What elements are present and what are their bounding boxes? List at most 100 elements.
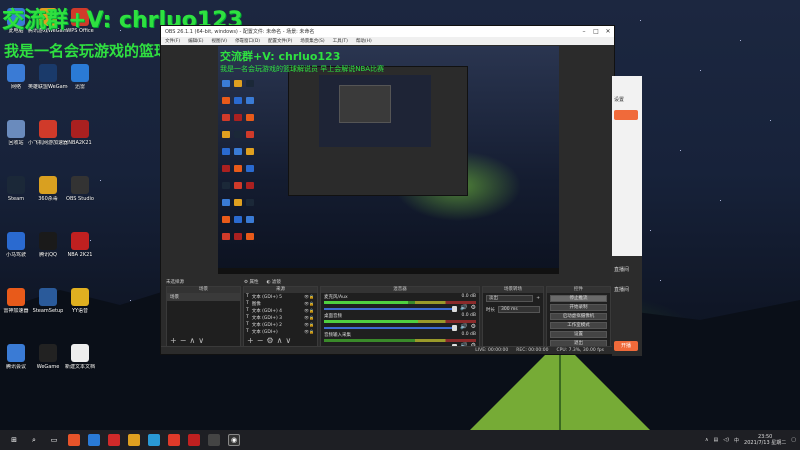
- preview-desktop-icon: [222, 148, 230, 155]
- taskbar-obs-icon[interactable]: ◉: [228, 434, 240, 446]
- source-toolbar: 未选择源 ⚙ 属性 ◐ 滤镜: [166, 278, 611, 285]
- desktop-icon[interactable]: NBA2K21: [60, 120, 100, 146]
- settings-button[interactable]: 设置: [550, 331, 607, 338]
- tray-arrow-icon[interactable]: ∧: [705, 437, 709, 443]
- menu-item[interactable]: 停靠窗口(D): [235, 38, 260, 44]
- volume-slider[interactable]: [324, 305, 458, 312]
- menu-item[interactable]: 编辑(E): [188, 38, 203, 44]
- source-item[interactable]: T 文本 (GDI+) 4 👁🔒: [244, 307, 317, 314]
- channel-settings-icon[interactable]: ⚙: [471, 323, 476, 330]
- visibility-eye-icon[interactable]: 👁🔒: [304, 322, 317, 327]
- source-item[interactable]: T 文本 (GDI+) 3 👁🔒: [244, 314, 317, 321]
- network-icon[interactable]: ▤: [713, 437, 718, 443]
- app-icon: [39, 288, 57, 306]
- taskbar-folder-icon[interactable]: [128, 434, 140, 446]
- go-live-button[interactable]: 开播: [614, 341, 638, 351]
- desktop-icon-label: NBA2K21: [68, 140, 92, 146]
- obs-window[interactable]: OBS 26.1.1 (64-bit, windows) - 配置文件: 未命名…: [160, 25, 615, 355]
- star: [650, 230, 651, 231]
- preview-desktop-icon: [222, 182, 230, 189]
- taskbar-app-icon[interactable]: [88, 434, 100, 446]
- desktop-icon[interactable]: OBS Studio: [60, 176, 100, 202]
- filters-button[interactable]: ◐ 滤镜: [266, 279, 280, 285]
- taskbar-app-icon[interactable]: [148, 434, 160, 446]
- preview-desktop-icon: [246, 199, 254, 206]
- stop-stream-button[interactable]: 停止推流: [550, 295, 607, 302]
- preview-desktop-icon: [234, 182, 242, 189]
- studio-mode-button[interactable]: 工作室模式: [550, 322, 607, 329]
- taskbar-app-icon[interactable]: [68, 434, 80, 446]
- channel-settings-icon[interactable]: ⚙: [471, 304, 476, 311]
- audio-level-meter: [324, 339, 476, 342]
- source-type-icon: T: [246, 308, 249, 313]
- taskbar-wps-icon[interactable]: [188, 434, 200, 446]
- notification-icon[interactable]: ▢: [791, 437, 796, 443]
- menu-item[interactable]: 工具(T): [333, 38, 348, 44]
- menu-item[interactable]: 场景集合(S): [300, 38, 324, 44]
- close-icon[interactable]: ✕: [602, 28, 614, 35]
- desktop-icon[interactable]: 新建文本文档: [60, 344, 100, 370]
- start-recording-button[interactable]: 开始录制: [550, 304, 607, 311]
- scenes-dock: 场景 场景 +−∧∨: [166, 286, 241, 348]
- source-item[interactable]: T 文本 (GDI+) 5 👁🔒: [244, 293, 317, 300]
- desktop-icon-label: 新建文本文档: [64, 364, 95, 370]
- go-live-top-button[interactable]: [614, 110, 638, 120]
- transition-duration-field[interactable]: 300 ms: [498, 306, 540, 313]
- star: [680, 150, 681, 151]
- preview-desktop-icon: [222, 131, 230, 138]
- nested-obs-preview: [288, 66, 468, 196]
- search-icon[interactable]: ⌕: [28, 434, 40, 446]
- volume-icon[interactable]: ◁): [723, 437, 729, 443]
- cpu-status: CPU: 7.3%, 30.00 fps: [556, 348, 605, 353]
- visibility-eye-icon[interactable]: 👁🔒: [304, 301, 317, 306]
- source-tools[interactable]: +−⚙∧∨: [247, 336, 294, 345]
- speaker-icon[interactable]: 🔊: [460, 304, 467, 311]
- app-icon: [71, 232, 89, 250]
- clock[interactable]: 23:50 2021/7/13 星期二: [744, 434, 786, 446]
- obs-preview[interactable]: 交流群+V: chrluo123 我是一名会玩游戏的篮球解说员 早上会解说NBA…: [218, 46, 559, 274]
- obs-window-title: OBS 26.1.1 (64-bit, windows) - 配置文件: 未命名…: [165, 29, 315, 35]
- app-icon: [39, 64, 57, 82]
- input-language[interactable]: 中: [734, 437, 739, 444]
- preview-desktop-icon: [234, 114, 242, 121]
- source-item[interactable]: T 文本 (GDI+) 2 👁🔒: [244, 321, 317, 328]
- transition-select[interactable]: 淡出: [486, 295, 534, 302]
- live-app-window[interactable]: 设置 直播间 直播间 开播: [612, 76, 642, 356]
- menu-item[interactable]: 文件(F): [165, 38, 180, 44]
- menu-item[interactable]: 视图(V): [211, 38, 227, 44]
- scene-tools[interactable]: +−∧∨: [170, 336, 207, 345]
- scene-item[interactable]: 场景: [167, 293, 240, 301]
- visibility-eye-icon[interactable]: 👁🔒: [304, 329, 317, 334]
- visibility-eye-icon[interactable]: 👁🔒: [304, 294, 317, 299]
- star: [700, 70, 701, 71]
- desktop-icon[interactable]: NBA 2K21: [60, 232, 100, 258]
- taskbar-app-icon[interactable]: [168, 434, 180, 446]
- mixer-channel: 桌面音频 0.0 dB 🔊 ⚙: [324, 313, 476, 331]
- windows-start-icon[interactable]: ⊞: [8, 434, 20, 446]
- preview-desktop-icon: [246, 131, 254, 138]
- transition-add-icon[interactable]: +: [536, 296, 540, 301]
- menu-item[interactable]: 帮助(H): [356, 38, 372, 44]
- preview-desktop-icon: [222, 216, 230, 223]
- maximize-icon[interactable]: □: [590, 28, 602, 35]
- desktop-icon[interactable]: YY语音: [60, 288, 100, 314]
- desktop-icon[interactable]: 迅雷: [60, 64, 100, 90]
- minimize-icon[interactable]: –: [578, 28, 590, 35]
- speaker-icon[interactable]: 🔊: [460, 323, 467, 330]
- menu-item[interactable]: 配置文件(P): [268, 38, 292, 44]
- source-item[interactable]: T 图像 👁🔒: [244, 300, 317, 307]
- volume-slider[interactable]: [324, 324, 458, 331]
- obs-title-bar[interactable]: OBS 26.1.1 (64-bit, windows) - 配置文件: 未命名…: [161, 26, 614, 37]
- app-icon: [71, 64, 89, 82]
- star: [100, 180, 101, 181]
- task-view-icon[interactable]: ▭: [48, 434, 60, 446]
- taskbar-app-icon[interactable]: [108, 434, 120, 446]
- preview-desktop-icon: [222, 97, 230, 104]
- source-item[interactable]: T 文本 (GDI+) 👁🔒: [244, 328, 317, 335]
- visibility-eye-icon[interactable]: 👁🔒: [304, 315, 317, 320]
- network-icon: [7, 64, 25, 82]
- visibility-eye-icon[interactable]: 👁🔒: [304, 308, 317, 313]
- start-virtual-camera-button[interactable]: 启动虚拟摄像机: [550, 313, 607, 320]
- properties-button[interactable]: ⚙ 属性: [244, 279, 258, 285]
- taskbar-app-icon[interactable]: [208, 434, 220, 446]
